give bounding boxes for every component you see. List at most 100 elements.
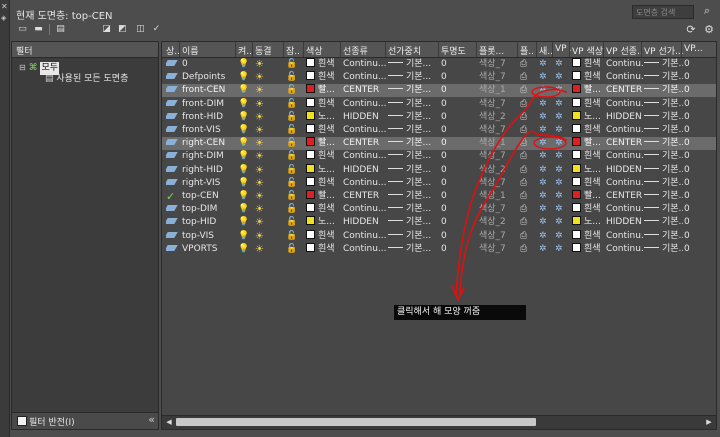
- column-divider[interactable]: [179, 42, 180, 57]
- plotstyle-cell[interactable]: 색상_1: [479, 190, 519, 203]
- new-vp-freeze-cell[interactable]: ✲: [539, 58, 554, 71]
- column-divider[interactable]: [385, 42, 386, 57]
- new-layer-icon[interactable]: ◪: [100, 23, 113, 35]
- freeze-cell[interactable]: ☀: [255, 71, 285, 84]
- linetype-cell[interactable]: Continu...: [343, 230, 387, 243]
- layer-row[interactable]: front-VIS 💡 ☀ 🔓 흰색 Continu... 기본... 0 색상_7 ⎙ ✲ ✲ 흰색 C…: [162, 124, 716, 137]
- vp-lineweight-cell[interactable]: 기본...: [644, 243, 683, 256]
- vp-color-cell[interactable]: 노...: [572, 163, 605, 177]
- column-header[interactable]: 선가중치: [388, 44, 440, 57]
- vp-linetype-cell[interactable]: HIDDEN: [606, 164, 643, 177]
- linetype-cell[interactable]: Continu...: [343, 203, 387, 216]
- on-cell[interactable]: 💡: [238, 58, 254, 71]
- name-cell[interactable]: right-HID: [182, 164, 237, 177]
- vp-color-cell[interactable]: 흰색: [572, 229, 605, 243]
- vp-color-cell[interactable]: 흰색: [572, 58, 605, 71]
- vp-transparency-cell[interactable]: 0: [684, 177, 714, 190]
- vp-transparency-cell[interactable]: 0: [684, 124, 714, 137]
- layer-states-manager-icon[interactable]: ▤: [54, 23, 67, 35]
- vp-color-cell[interactable]: 흰색: [572, 71, 605, 84]
- freeze-cell[interactable]: ☀: [255, 164, 285, 177]
- new-vp-freeze-cell[interactable]: ✲: [539, 124, 554, 137]
- name-cell[interactable]: top-DIM: [182, 203, 237, 216]
- vp-linetype-cell[interactable]: HIDDEN: [606, 216, 643, 229]
- plot-cell[interactable]: ⎙: [520, 98, 538, 111]
- name-cell[interactable]: 0: [182, 58, 237, 71]
- plotstyle-cell[interactable]: 색상_7: [479, 203, 519, 216]
- vp-linetype-cell[interactable]: Continu...: [606, 71, 643, 84]
- status-cell[interactable]: ✓: [166, 190, 181, 203]
- plot-cell[interactable]: ⎙: [520, 177, 538, 190]
- transparency-cell[interactable]: 0: [441, 203, 478, 216]
- linetype-cell[interactable]: Continu...: [343, 71, 387, 84]
- color-cell[interactable]: 노...: [306, 216, 342, 229]
- linetype-cell[interactable]: CENTER: [343, 137, 387, 150]
- new-property-filter-icon[interactable]: ▭: [16, 23, 29, 35]
- layer-row[interactable]: 0💡☀🔓흰색Continu...기본...0색상_7⎙✲✲흰색Continu..…: [162, 58, 716, 71]
- vp-freeze-cell[interactable]: ✲: [555, 98, 571, 111]
- plotstyle-cell[interactable]: 색상_7: [479, 243, 519, 256]
- lock-cell[interactable]: 🔓: [286, 111, 305, 124]
- plot-cell[interactable]: ⎙: [520, 190, 538, 203]
- transparency-cell[interactable]: 0: [441, 98, 478, 111]
- new-vp-freeze-cell[interactable]: ✲: [539, 216, 554, 229]
- vp-transparency-cell[interactable]: 0: [684, 150, 714, 163]
- status-cell[interactable]: [166, 216, 181, 229]
- name-cell[interactable]: front-VIS: [182, 124, 237, 137]
- lock-cell[interactable]: 🔓: [286, 243, 305, 256]
- color-cell[interactable]: 빨...: [306, 137, 342, 150]
- vp-lineweight-cell[interactable]: 기본...: [644, 84, 683, 97]
- vp-linetype-cell[interactable]: CENTER: [606, 190, 643, 203]
- vp-linetype-cell[interactable]: CENTER: [606, 137, 643, 150]
- vp-color-cell[interactable]: 노...: [572, 216, 605, 229]
- color-cell[interactable]: 노...: [306, 110, 342, 124]
- column-divider[interactable]: [569, 42, 570, 57]
- vp-transparency-cell[interactable]: 0: [684, 111, 714, 124]
- name-cell[interactable]: top-VIS: [182, 230, 237, 243]
- freeze-cell[interactable]: ☀: [255, 190, 285, 203]
- column-header[interactable]: 이름: [182, 44, 237, 57]
- color-cell[interactable]: 흰색: [306, 124, 342, 137]
- plot-cell[interactable]: ⎙: [520, 230, 538, 243]
- linetype-cell[interactable]: Continu...: [343, 243, 387, 256]
- lock-cell[interactable]: 🔓: [286, 84, 305, 97]
- linetype-cell[interactable]: HIDDEN: [343, 164, 387, 177]
- linetype-cell[interactable]: Continu...: [343, 124, 387, 137]
- lineweight-cell[interactable]: 기본...: [388, 230, 440, 243]
- new-vp-freeze-cell[interactable]: ✲: [539, 84, 554, 97]
- plotstyle-cell[interactable]: 색상_7: [479, 98, 519, 111]
- new-vp-freeze-cell[interactable]: ✲: [539, 177, 554, 190]
- name-cell[interactable]: right-VIS: [182, 177, 237, 190]
- color-cell[interactable]: 흰색: [306, 97, 342, 111]
- vp-lineweight-cell[interactable]: 기본...: [644, 150, 683, 163]
- filter-tree-item-used[interactable]: ▤ 사용된 모든 도면층: [45, 73, 128, 86]
- new-vp-freeze-cell[interactable]: ✲: [539, 137, 554, 150]
- lineweight-cell[interactable]: 기본...: [388, 84, 440, 97]
- new-vp-freeze-cell[interactable]: ✲: [539, 71, 554, 84]
- plot-cell[interactable]: ⎙: [520, 243, 538, 256]
- status-cell[interactable]: [166, 58, 181, 71]
- vp-linetype-cell[interactable]: Continu...: [606, 58, 643, 71]
- plotstyle-cell[interactable]: 색상_2: [479, 216, 519, 229]
- plot-cell[interactable]: ⎙: [520, 58, 538, 71]
- layer-row[interactable]: right-VIS 💡 ☀ 🔓 흰색 Continu... 기본... 0 색상_7 ⎙ ✲ ✲ 흰색 C…: [162, 176, 716, 190]
- linetype-cell[interactable]: HIDDEN: [343, 216, 387, 229]
- vp-transparency-cell[interactable]: 0: [684, 243, 714, 256]
- vp-freeze-cell[interactable]: ✲: [555, 190, 571, 203]
- column-divider[interactable]: [283, 42, 284, 57]
- new-vp-freeze-cell[interactable]: ✲: [539, 150, 554, 163]
- plotstyle-cell[interactable]: 색상_2: [479, 164, 519, 177]
- on-cell[interactable]: 💡: [238, 216, 254, 229]
- name-cell[interactable]: top-CEN: [182, 190, 237, 203]
- lock-cell[interactable]: 🔓: [286, 58, 305, 71]
- freeze-cell[interactable]: ☀: [255, 137, 285, 150]
- layer-row[interactable]: top-HID 💡 ☀ 🔓 노... HIDDEN 기본... 0 색상_2 ⎙ ✲ ✲ 노... HID…: [162, 216, 716, 229]
- lock-cell[interactable]: 🔓: [286, 230, 305, 243]
- plotstyle-cell[interactable]: 색상_1: [479, 84, 519, 97]
- column-divider[interactable]: [517, 42, 518, 57]
- vp-lineweight-cell[interactable]: 기본...: [644, 111, 683, 124]
- freeze-cell[interactable]: ☀: [255, 58, 285, 71]
- lock-cell[interactable]: 🔓: [286, 164, 305, 177]
- vp-color-cell[interactable]: 흰색: [572, 97, 605, 111]
- vp-linetype-cell[interactable]: Continu...: [606, 124, 643, 137]
